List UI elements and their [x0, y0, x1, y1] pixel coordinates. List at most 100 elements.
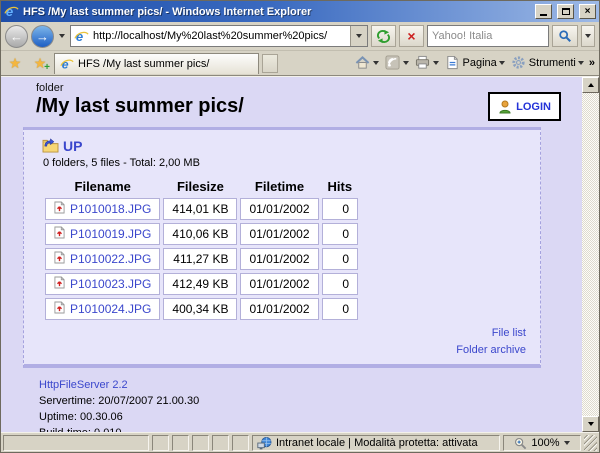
address-bar[interactable]: e http://localhost/My%20last%20summer%20…	[70, 25, 368, 47]
security-zone-cell: Intranet locale | Modalità protetta: att…	[252, 435, 500, 451]
tab-active[interactable]: e HFS /My last summer pics/	[54, 53, 259, 74]
hits-cell: 0	[322, 273, 359, 295]
home-icon	[355, 55, 371, 71]
filesize-cell: 412,49 KB	[163, 273, 237, 295]
search-button[interactable]	[552, 25, 578, 47]
file-list-panel: UP 0 folders, 5 files - Total: 2,00 MB F…	[23, 127, 541, 368]
server-footer: HttpFileServer 2.2 Servertime: 20/07/200…	[39, 378, 582, 432]
folder-up-icon	[42, 138, 58, 154]
forward-button[interactable]: →	[31, 25, 54, 48]
home-button[interactable]	[353, 54, 381, 72]
folder-stats: 0 folders, 5 files - Total: 2,00 MB	[43, 157, 526, 169]
login-button[interactable]: LOGIN	[488, 92, 561, 121]
page-icon	[445, 55, 461, 71]
browser-viewport: folder /My last summer pics/ LOGIN UP 0 …	[1, 76, 599, 432]
file-link[interactable]: P1010023.JPG	[70, 277, 151, 291]
up-link[interactable]: UP	[63, 138, 82, 154]
file-icon	[54, 201, 65, 217]
svg-text:e: e	[62, 57, 69, 71]
user-icon	[498, 100, 512, 114]
security-zone-text: Intranet locale | Modalità protetta: att…	[276, 437, 478, 449]
buildtime-text: Build-time: 0,010	[39, 427, 122, 432]
ie-logo-icon: e	[4, 4, 19, 19]
file-table: Filename Filesize Filetime Hits P1010018…	[42, 175, 361, 323]
print-button[interactable]	[413, 54, 441, 72]
vertical-scrollbar[interactable]	[582, 77, 599, 432]
back-button[interactable]: ←	[5, 25, 28, 48]
file-icon	[54, 301, 65, 317]
hfs-page: folder /My last summer pics/ LOGIN UP 0 …	[1, 77, 582, 432]
tab-label: HFS /My last summer pics/	[78, 58, 209, 70]
tools-menu-label: Strumenti	[529, 57, 576, 69]
favorites-center-button[interactable]: ★	[4, 53, 26, 73]
status-progress-cell	[3, 435, 149, 451]
add-favorite-button[interactable]: ★+	[29, 53, 51, 73]
filesize-cell: 414,01 KB	[163, 198, 237, 220]
zoom-magnifier-icon	[514, 437, 527, 450]
scroll-up-button[interactable]	[582, 77, 599, 93]
hits-cell: 0	[322, 198, 359, 220]
uptime-text: Uptime: 00.30.06	[39, 411, 123, 423]
table-row: P1010023.JPG 412,49 KB 01/01/2002 0	[45, 273, 358, 295]
folder-archive-link[interactable]: Folder archive	[42, 342, 526, 359]
browser-window: e HFS /My last summer pics/ - Windows In…	[0, 0, 600, 453]
status-cell-4	[212, 435, 229, 451]
hits-cell: 0	[322, 248, 359, 270]
file-link[interactable]: P1010022.JPG	[70, 252, 151, 266]
file-icon	[54, 251, 65, 267]
filetime-cell: 01/01/2002	[240, 273, 318, 295]
table-row: P1010022.JPG 411,27 KB 01/01/2002 0	[45, 248, 358, 270]
table-header-row: Filename Filesize Filetime Hits	[45, 178, 358, 195]
file-icon	[54, 226, 65, 242]
command-overflow-button[interactable]: »	[588, 57, 596, 69]
close-button[interactable]: ×	[579, 4, 596, 19]
gear-icon	[511, 55, 527, 71]
history-dropdown[interactable]	[57, 25, 67, 47]
status-bar: Intranet locale | Modalità protetta: att…	[1, 432, 599, 452]
maximize-button[interactable]	[557, 4, 574, 19]
status-cell-2	[172, 435, 189, 451]
hits-cell: 0	[322, 223, 359, 245]
page-menu-button[interactable]: Pagina	[443, 54, 507, 72]
header-hits: Hits	[322, 178, 359, 195]
page-menu-label: Pagina	[463, 57, 497, 69]
search-options-dropdown[interactable]	[581, 25, 595, 47]
filesize-cell: 400,34 KB	[163, 298, 237, 320]
filetime-cell: 01/01/2002	[240, 298, 318, 320]
tab-bar: ★ ★+ e HFS /My last summer pics/	[1, 51, 599, 76]
servertime-text: Servertime: 20/07/2007 21.00.30	[39, 395, 199, 407]
table-row: P1010018.JPG 414,01 KB 01/01/2002 0	[45, 198, 358, 220]
tab-favicon-icon: e	[60, 57, 74, 71]
header-filetime: Filetime	[240, 178, 318, 195]
file-list-link[interactable]: File list	[42, 325, 526, 342]
address-input[interactable]: http://localhost/My%20last%20summer%20pi…	[93, 30, 350, 42]
filesize-cell: 411,27 KB	[163, 248, 237, 270]
status-cell-3	[192, 435, 209, 451]
zoom-control[interactable]: 100%	[503, 435, 581, 451]
search-input[interactable]	[427, 25, 549, 47]
svg-text:e: e	[6, 4, 13, 19]
filetime-cell: 01/01/2002	[240, 198, 318, 220]
navigation-bar: ← → e http://localhost/My%20last%20summe…	[1, 22, 599, 51]
svg-text:e: e	[76, 29, 83, 44]
file-link[interactable]: P1010024.JPG	[70, 302, 151, 316]
minimize-button[interactable]	[535, 4, 552, 19]
filetime-cell: 01/01/2002	[240, 223, 318, 245]
file-link[interactable]: P1010018.JPG	[70, 202, 151, 216]
file-link[interactable]: P1010019.JPG	[70, 227, 151, 241]
scroll-down-button[interactable]	[582, 416, 599, 432]
resize-grip[interactable]	[584, 435, 597, 451]
server-version-link[interactable]: HttpFileServer 2.2	[39, 379, 128, 391]
address-dropdown[interactable]	[350, 26, 367, 46]
tools-menu-button[interactable]: Strumenti	[509, 54, 586, 72]
command-bar: Pagina Strumenti »	[353, 54, 596, 72]
file-icon	[54, 276, 65, 292]
new-tab-stub[interactable]	[262, 54, 278, 73]
filetime-cell: 01/01/2002	[240, 248, 318, 270]
table-row: P1010019.JPG 410,06 KB 01/01/2002 0	[45, 223, 358, 245]
refresh-button[interactable]	[371, 25, 396, 47]
login-label: LOGIN	[516, 101, 551, 113]
stop-button[interactable]: ×	[399, 25, 424, 47]
feeds-button[interactable]	[383, 54, 411, 72]
header-filesize: Filesize	[163, 178, 237, 195]
